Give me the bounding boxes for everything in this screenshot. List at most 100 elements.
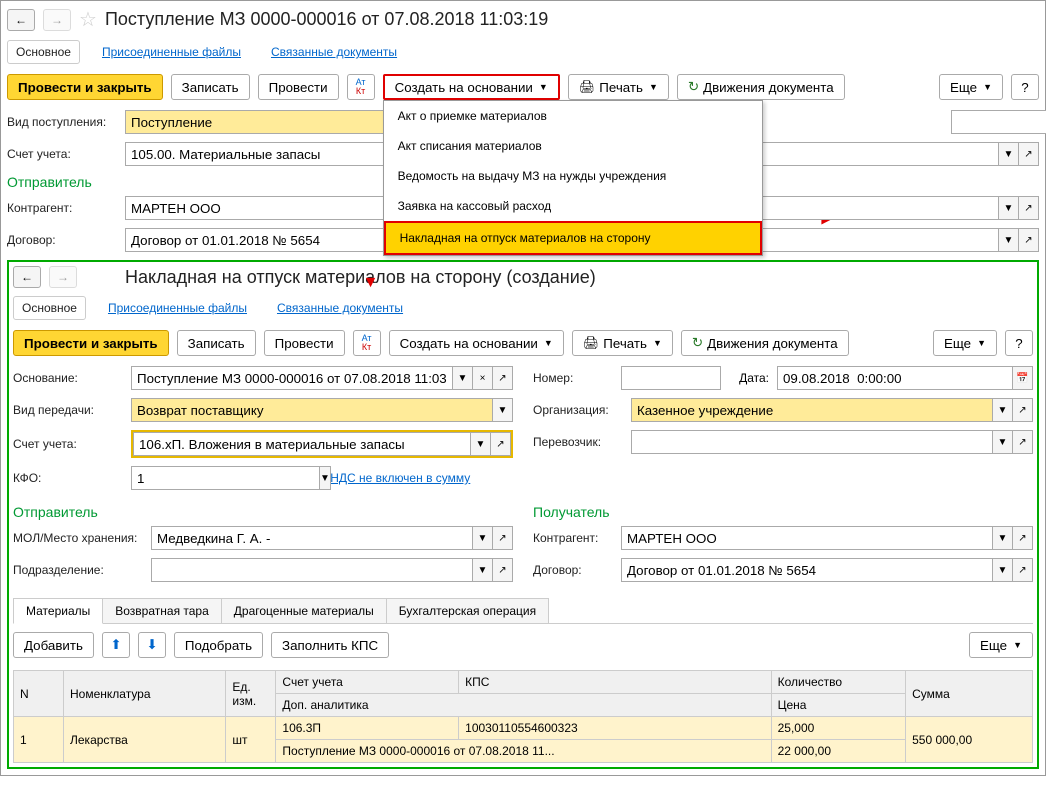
col-nomenclature: Номенклатура [64,671,226,717]
number-input[interactable] [621,366,721,390]
dropdown-icon[interactable]: ▼ [993,558,1013,582]
favorite-star-icon[interactable]: ☆ [79,7,97,32]
select-button[interactable]: Подобрать [174,632,263,658]
dropdown-icon[interactable]: ▼ [320,466,331,490]
account2-input[interactable] [133,432,471,456]
calendar-icon[interactable]: 📅 [1013,366,1033,390]
tab-main[interactable]: Основное [7,40,80,64]
atkt-button[interactable]: АтКт [347,74,375,100]
open-icon[interactable]: ↗ [1013,430,1033,454]
save-button-2[interactable]: Записать [177,330,256,356]
table-more-button[interactable]: Еще▼ [969,632,1033,658]
save-button[interactable]: Записать [171,74,250,100]
org-input[interactable] [631,398,993,422]
tab-attached-files[interactable]: Присоединенные файлы [94,41,249,63]
dropdown-icon[interactable]: ▼ [453,366,473,390]
forward-button-2[interactable]: → [49,266,77,288]
recipient-title: Получатель [533,504,1033,520]
more-button-2[interactable]: Еще▼ [933,330,997,356]
carrier-input[interactable] [631,430,993,454]
dropdown-icon[interactable]: ▼ [493,398,513,422]
print-button[interactable]: Печать▼ [568,74,669,100]
contract2-input[interactable] [621,558,993,582]
dropdown-icon[interactable]: ▼ [993,526,1013,550]
open-icon[interactable]: ↗ [493,558,513,582]
clear-icon[interactable]: × [473,366,493,390]
open-icon[interactable]: ↗ [1019,228,1039,252]
tab-related-docs[interactable]: Связанные документы [263,41,405,63]
col-additional: Доп. аналитика [276,694,771,717]
subtab-materials[interactable]: Материалы [13,598,103,624]
open-icon[interactable]: ↗ [1019,196,1039,220]
open-icon[interactable]: ↗ [1013,558,1033,582]
dropdown-icon[interactable]: ▼ [993,398,1013,422]
menu-item-writeoff-act[interactable]: Акт списания материалов [384,131,762,161]
cell-unit: шт [226,717,276,763]
dept-input[interactable] [151,558,473,582]
dropdown-icon[interactable]: ▼ [473,526,493,550]
materials-table: N Номенклатура Ед. изм. Счет учета КПС К… [13,670,1033,763]
dropdown-icon[interactable]: ▼ [993,430,1013,454]
subtab-accounting[interactable]: Бухгалтерская операция [386,598,549,623]
move-up-button[interactable]: ⬆ [102,632,130,658]
tab2-attached[interactable]: Присоединенные файлы [100,297,255,319]
dropdown-icon[interactable]: ▼ [999,196,1019,220]
create-based-on-button[interactable]: Создать на основании▼ [383,74,560,100]
kfo-input[interactable] [131,466,320,490]
movements-button-2[interactable]: Движения документа [681,330,849,356]
col-sum: Сумма [906,671,1033,717]
dropdown-icon[interactable]: ▼ [999,228,1019,252]
subtab-precious[interactable]: Драгоценные материалы [221,598,387,623]
menu-item-cash-request[interactable]: Заявка на кассовый расход [384,191,762,221]
contractor2-input[interactable] [621,526,993,550]
create-based-button-2[interactable]: Создать на основании▼ [389,330,564,356]
move-down-button[interactable]: ⬇ [138,632,166,658]
mol-input[interactable] [151,526,473,550]
dropdown-icon[interactable]: ▼ [473,558,493,582]
help-button-2[interactable]: ? [1005,330,1033,356]
open-icon[interactable]: ↗ [491,432,511,456]
movements-icon [692,335,703,351]
subtab-packaging[interactable]: Возвратная тара [102,598,222,623]
back-button[interactable]: ← [7,9,35,31]
post-close-button-2[interactable]: Провести и закрыть [13,330,169,356]
cell-sum: 550 000,00 [906,717,1033,763]
col-unit: Ед. изм. [226,671,276,717]
org-label: Организация: [533,403,623,417]
print-button-2[interactable]: Печать▼ [572,330,673,356]
post-and-close-button[interactable]: Провести и закрыть [7,74,163,100]
open-icon[interactable]: ↗ [493,526,513,550]
sender2-title: Отправитель [13,504,513,520]
annotation-arrow-icon: ▼ [363,274,379,292]
open-icon[interactable]: ↗ [1013,398,1033,422]
date-input[interactable] [777,366,1013,390]
basis-input[interactable] [131,366,453,390]
col-qty: Количество [771,671,905,694]
back-button-2[interactable]: ← [13,266,41,288]
dropdown-icon[interactable]: ▼ [471,432,491,456]
menu-item-receipt-act[interactable]: Акт о приемке материалов [384,101,762,131]
post-button-2[interactable]: Провести [264,330,345,356]
table-row[interactable]: 1 Лекарства шт 106.3П 10030110554600323 … [14,717,1033,740]
dept-label: Подразделение: [13,563,143,577]
account-label: Счет учета: [7,147,117,161]
forward-button[interactable]: → [43,9,71,31]
menu-item-issuance-sheet[interactable]: Ведомость на выдачу МЗ на нужды учрежден… [384,161,762,191]
open-icon[interactable]: ↗ [1019,142,1039,166]
menu-item-invoice-dispatch[interactable]: Накладная на отпуск материалов на сторон… [384,221,762,255]
fill-kps-button[interactable]: Заполнить КПС [271,632,389,658]
date-suffix-input[interactable] [951,110,1046,134]
open-icon[interactable]: ↗ [1013,526,1033,550]
help-button[interactable]: ? [1011,74,1039,100]
date-label: Дата: [729,371,769,385]
document-movements-button[interactable]: Движения документа [677,74,845,100]
transfer-type-input[interactable] [131,398,493,422]
more-button[interactable]: Еще▼ [939,74,1003,100]
tab2-related[interactable]: Связанные документы [269,297,411,319]
post-button[interactable]: Провести [258,74,339,100]
add-row-button[interactable]: Добавить [13,632,94,658]
atkt-button-2[interactable]: АтКт [353,330,381,356]
open-icon[interactable]: ↗ [493,366,513,390]
dropdown-icon[interactable]: ▼ [999,142,1019,166]
tab2-main[interactable]: Основное [13,296,86,320]
